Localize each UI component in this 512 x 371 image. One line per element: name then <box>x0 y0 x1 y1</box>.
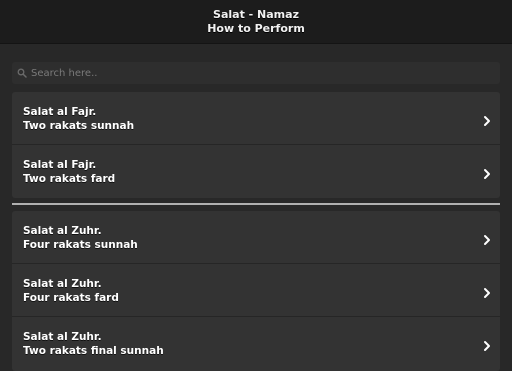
list-group-zuhr: Salat al Zuhr. Four rakats sunnah Salat … <box>12 211 500 371</box>
list-group-fajr: Salat al Fajr. Two rakats sunnah Salat a… <box>12 92 500 198</box>
list-item-subtitle: Two rakats sunnah <box>23 120 135 132</box>
chevron-right-icon[interactable] <box>481 112 493 126</box>
chevron-right-icon[interactable] <box>481 231 493 245</box>
list-item-label: Salat al Zuhr. Four rakats sunnah <box>23 224 138 252</box>
list-item[interactable]: Salat al Zuhr. Two rakats final sunnah <box>12 317 500 370</box>
list-item-subtitle: Two rakats final sunnah <box>23 345 164 357</box>
list-item[interactable]: Salat al Zuhr. Four rakats sunnah <box>12 211 500 264</box>
list-item-label: Salat al Zuhr. Two rakats final sunnah <box>23 330 164 358</box>
page-subtitle: How to Perform <box>207 21 305 35</box>
chevron-right-icon[interactable] <box>481 337 493 351</box>
list-item-label: Salat al Fajr. Two rakats sunnah <box>23 105 134 133</box>
list-item-subtitle: Four rakats fard <box>23 292 119 304</box>
list-item-label: Salat al Zuhr. Four rakats fard <box>23 277 119 305</box>
chevron-right-icon[interactable] <box>481 165 493 179</box>
search-bar[interactable] <box>12 62 500 84</box>
app-header: Salat - Namaz How to Perform <box>0 0 512 44</box>
chevron-right-icon[interactable] <box>481 284 493 298</box>
list-item-subtitle: Two rakats fard <box>23 173 116 185</box>
list-item[interactable]: Salat al Fajr. Two rakats sunnah <box>12 92 500 145</box>
section-divider <box>12 203 500 205</box>
list-item[interactable]: Salat al Zuhr. Four rakats fard <box>12 264 500 317</box>
list-item-title: Salat al Zuhr. <box>23 278 102 290</box>
search-input[interactable] <box>27 63 500 83</box>
list-item-title: Salat al Fajr. <box>23 159 97 171</box>
list-item-title: Salat al Zuhr. <box>23 331 102 343</box>
list-item-label: Salat al Fajr. Two rakats fard <box>23 158 115 186</box>
page-title: Salat - Namaz <box>213 7 299 21</box>
list-item[interactable]: Salat al Fajr. Two rakats fard <box>12 145 500 198</box>
list-item-subtitle: Four rakats sunnah <box>23 239 138 251</box>
list-item-title: Salat al Zuhr. <box>23 225 102 237</box>
search-icon <box>17 68 27 78</box>
list-item-title: Salat al Fajr. <box>23 106 97 118</box>
